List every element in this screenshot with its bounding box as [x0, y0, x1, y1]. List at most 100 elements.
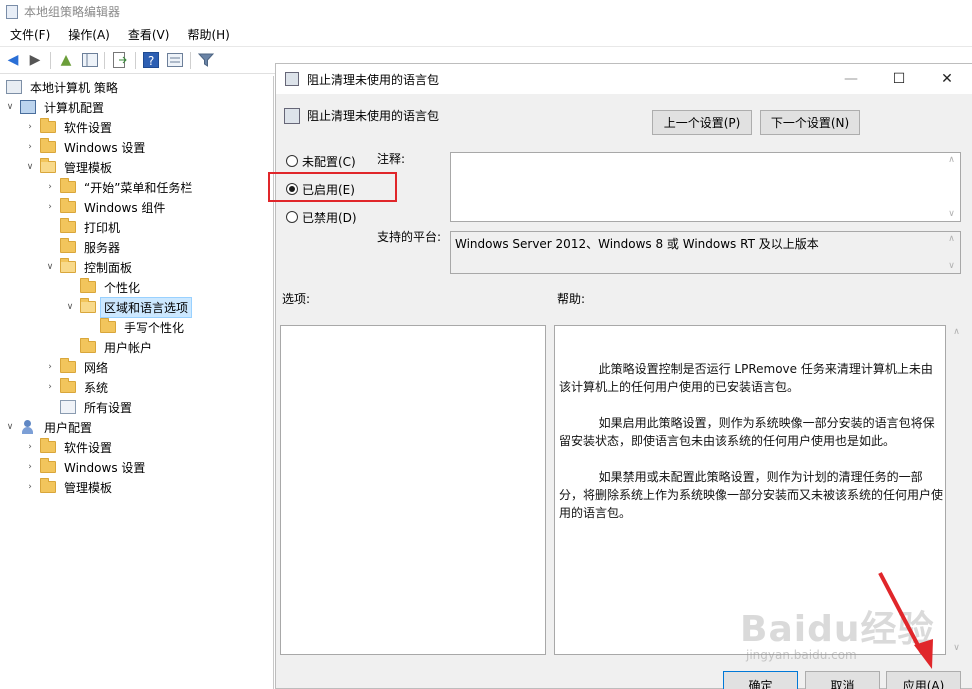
toolbar-separator: [135, 52, 136, 69]
tree-node-printers[interactable]: 打印机: [44, 217, 124, 237]
tree-node-user-admin-templates[interactable]: › 管理模板: [24, 477, 116, 497]
tree-node-server[interactable]: 服务器: [44, 237, 124, 257]
folder-icon: [80, 278, 96, 293]
options-label: 选项:: [282, 292, 311, 306]
up-folder-icon[interactable]: ▲: [57, 51, 75, 69]
chevron-right-icon[interactable]: ›: [44, 361, 56, 373]
chevron-down-icon[interactable]: ∨: [44, 261, 56, 273]
properties-icon[interactable]: [166, 51, 184, 69]
supported-scrollbar[interactable]: ∧ ∨: [943, 232, 960, 273]
main-window-title: 本地组策略编辑器: [24, 5, 121, 19]
chevron-right-icon[interactable]: ›: [44, 181, 56, 193]
folder-icon: [40, 458, 56, 473]
policy-editor-icon: [6, 4, 18, 19]
folder-open-icon: [40, 158, 56, 173]
chevron-right-icon[interactable]: ›: [24, 441, 36, 453]
chevron-down-icon[interactable]: ∨: [4, 101, 16, 113]
dialog-title-bar: 阻止清理未使用的语言包 — ☐ ✕: [276, 64, 972, 94]
show-hide-tree-icon[interactable]: [81, 51, 99, 69]
setting-header-title: 阻止清理未使用的语言包: [307, 109, 440, 123]
next-setting-button[interactable]: 下一个设置(N): [760, 110, 860, 135]
toolbar-separator: [50, 52, 51, 69]
help-scrollbar[interactable]: ∧ ∨: [948, 325, 965, 655]
tree-node-user-windows-settings[interactable]: › Windows 设置: [24, 457, 149, 477]
folder-icon: [100, 318, 116, 333]
close-icon[interactable]: ✕: [924, 64, 970, 94]
radio-circle[interactable]: [286, 155, 298, 167]
chevron-down-icon[interactable]: ∨: [64, 301, 76, 313]
export-list-icon[interactable]: [111, 51, 129, 69]
chevron-right-icon[interactable]: ›: [24, 121, 36, 133]
help-paragraph: 此策略设置控制是否运行 LPRemove 任务来清理计算机上未由该计算机上的任何…: [559, 362, 933, 394]
folder-icon: [60, 178, 76, 193]
help-icon[interactable]: ?: [142, 51, 160, 69]
policy-setting-icon: [284, 108, 300, 124]
filter-icon[interactable]: [197, 51, 215, 69]
supported-platform-label: 支持的平台:: [377, 230, 442, 244]
main-title-bar: 本地组策略编辑器: [0, 0, 972, 23]
tree-node-user-accounts[interactable]: 用户帐户: [64, 337, 156, 357]
radio-not-configured[interactable]: 未配置(C): [286, 152, 356, 170]
annotation-highlight-box: [268, 172, 397, 202]
menu-view[interactable]: 查看(V): [118, 26, 178, 43]
tree-node-computer-config[interactable]: ∨ 计算机配置: [4, 97, 108, 117]
menu-action[interactable]: 操作(A): [58, 26, 118, 43]
tree-node-windows-components[interactable]: › Windows 组件: [44, 197, 169, 217]
cancel-button[interactable]: 取消: [805, 671, 880, 689]
tree-node-root[interactable]: 本地计算机 策略: [6, 77, 122, 97]
menu-help[interactable]: 帮助(H): [177, 26, 237, 43]
chevron-down-icon[interactable]: ∨: [4, 421, 16, 433]
chevron-right-icon[interactable]: ›: [24, 461, 36, 473]
previous-setting-button[interactable]: 上一个设置(P): [652, 110, 752, 135]
chevron-down-icon[interactable]: ∨: [24, 161, 36, 173]
back-arrow-icon[interactable]: ◀: [4, 51, 22, 69]
folder-icon: [40, 118, 56, 133]
help-paragraph: 如果启用此策略设置，则作为系统映像一部分安装的语言包将保留安装状态，即使语言包未…: [559, 416, 935, 448]
toolbar-separator: [190, 52, 191, 69]
tree-node-user-software-settings[interactable]: › 软件设置: [24, 437, 116, 457]
comment-textarea[interactable]: ∧ ∨: [450, 152, 961, 222]
tree-node-network[interactable]: › 网络: [44, 357, 112, 377]
policy-icon: [6, 80, 22, 94]
all-settings-icon: [60, 400, 76, 414]
tree-node-user-config[interactable]: ∨ 用户配置: [4, 417, 96, 437]
tree-node-software-settings[interactable]: › 软件设置: [24, 117, 116, 137]
folder-icon: [60, 358, 76, 373]
maximize-icon[interactable]: ☐: [876, 64, 922, 94]
tree-node-start-menu[interactable]: › “开始”菜单和任务栏: [44, 177, 196, 197]
tree-node-windows-settings[interactable]: › Windows 设置: [24, 137, 149, 157]
ok-button[interactable]: 确定: [723, 671, 798, 689]
policy-tree: 本地计算机 策略 ∨ 计算机配置 › 软件设置 › Windows 设置 ∨ 管…: [0, 76, 274, 689]
folder-icon: [40, 138, 56, 153]
tree-node-personalization[interactable]: 个性化: [64, 277, 144, 297]
radio-disabled[interactable]: 已禁用(D): [286, 208, 357, 226]
tree-node-regional-language[interactable]: ∨ 区域和语言选项: [64, 296, 193, 318]
menu-bar: 文件(F) 操作(A) 查看(V) 帮助(H): [0, 23, 972, 45]
minimize-icon[interactable]: —: [828, 64, 874, 94]
policy-setting-icon: [285, 72, 299, 86]
tree-node-control-panel[interactable]: ∨ 控制面板: [44, 257, 136, 277]
folder-open-icon: [80, 298, 96, 313]
toolbar-separator: [104, 52, 105, 69]
chevron-right-icon[interactable]: ›: [44, 381, 56, 393]
comment-label: 注释:: [377, 152, 406, 166]
dialog-title: 阻止清理未使用的语言包: [307, 72, 440, 87]
annotation-arrow: [878, 572, 933, 669]
radio-circle[interactable]: [286, 211, 298, 223]
user-icon: [20, 420, 36, 434]
forward-arrow-icon[interactable]: ▶: [26, 51, 44, 69]
help-label: 帮助:: [557, 292, 586, 306]
chevron-right-icon[interactable]: ›: [24, 141, 36, 153]
menu-file[interactable]: 文件(F): [0, 26, 58, 43]
tree-node-system[interactable]: › 系统: [44, 377, 112, 397]
folder-icon: [60, 198, 76, 213]
chevron-right-icon[interactable]: ›: [44, 201, 56, 213]
svg-text:?: ?: [148, 54, 154, 68]
chevron-right-icon[interactable]: ›: [24, 481, 36, 493]
tree-node-all-settings[interactable]: 所有设置: [44, 397, 136, 417]
folder-open-icon: [60, 258, 76, 273]
comment-scrollbar[interactable]: ∧ ∨: [943, 153, 960, 221]
tree-node-admin-templates[interactable]: ∨ 管理模板: [24, 157, 116, 177]
tree-node-handwriting[interactable]: 手写个性化: [84, 317, 188, 337]
folder-icon: [40, 438, 56, 453]
